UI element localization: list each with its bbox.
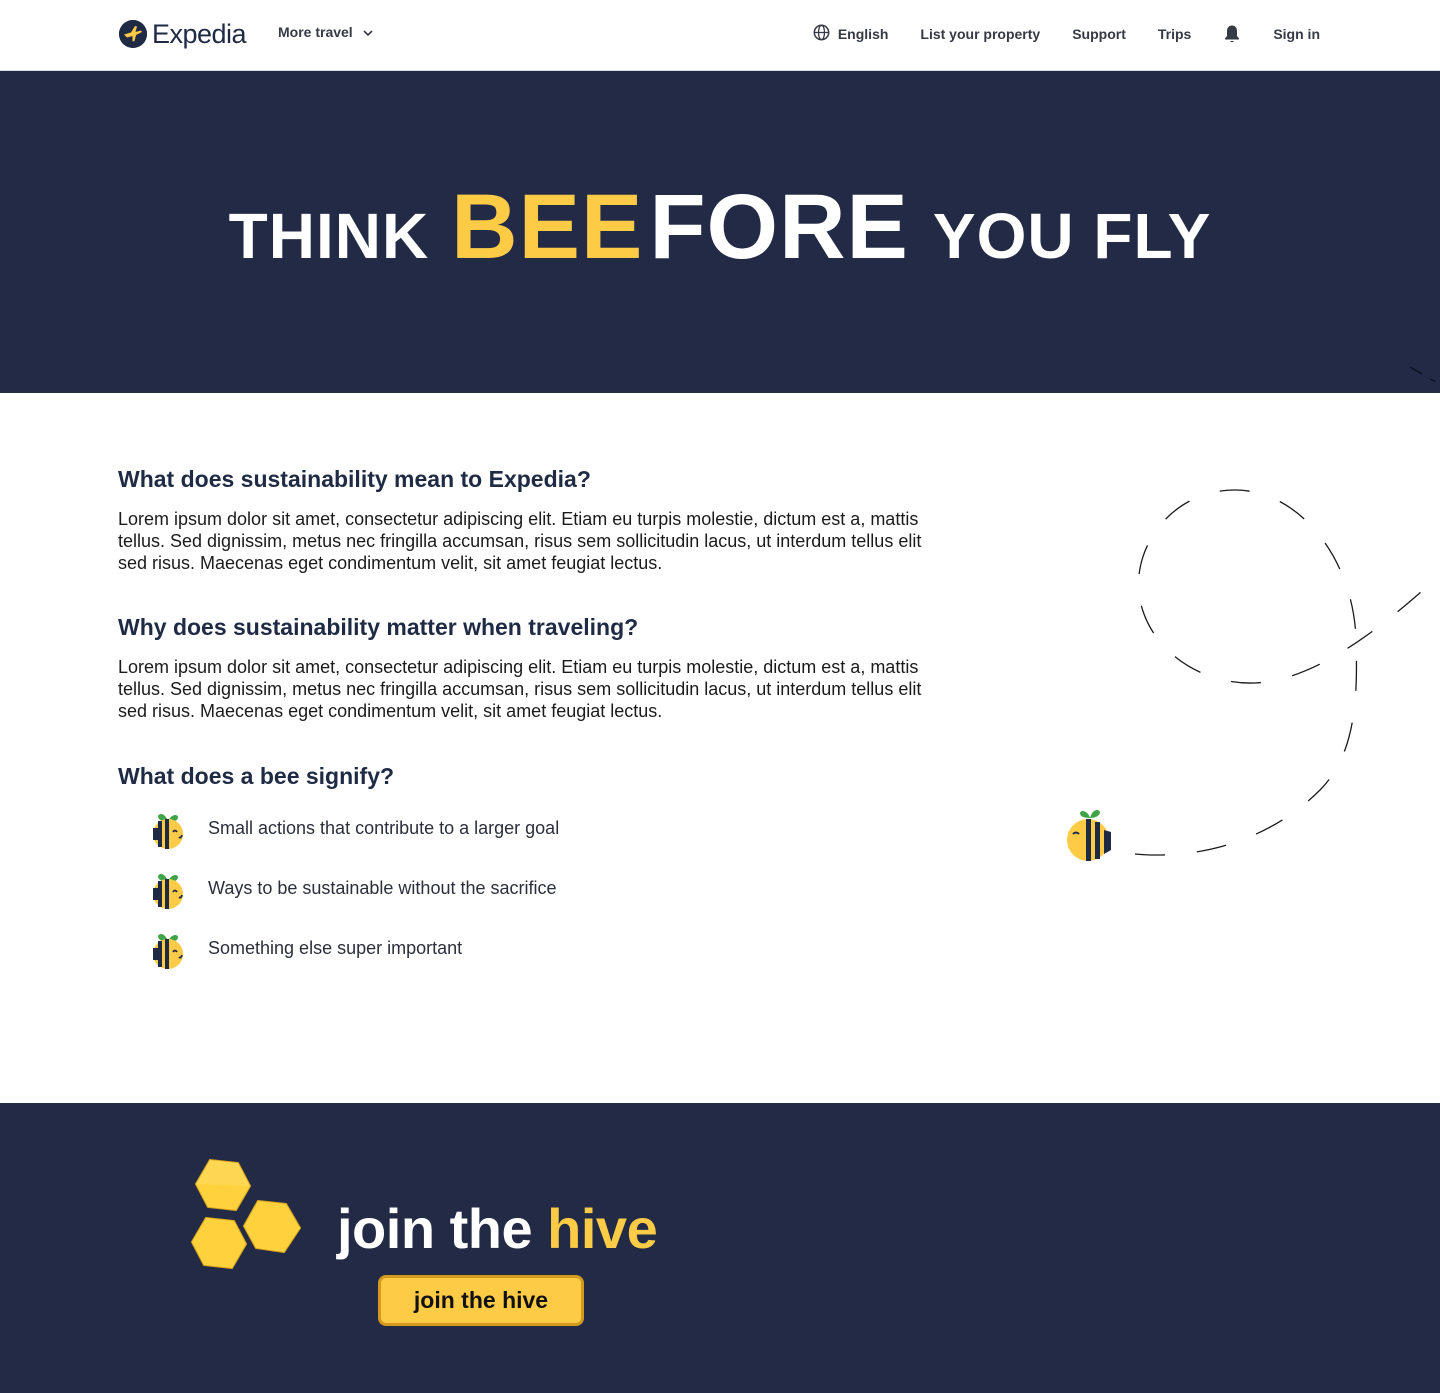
list-item: Something else super important: [118, 926, 938, 970]
bee-icon: [153, 814, 183, 849]
answer-paragraph-1: Lorem ipsum dolor sit amet, consectetur …: [118, 509, 922, 573]
more-travel-menu[interactable]: More travel: [278, 24, 373, 40]
list-item: Ways to be sustainable without the sacri…: [118, 866, 938, 910]
hero-word-fore: FORE: [649, 176, 909, 278]
hero-banner: THINK BEEFORE YOU FLY: [0, 71, 1440, 393]
hero-word-bee: BEE: [451, 176, 644, 278]
sign-in-link[interactable]: Sign in: [1273, 26, 1320, 42]
top-navigation: Expedia More travel English List your pr…: [0, 0, 1440, 71]
trips-link[interactable]: Trips: [1158, 26, 1191, 42]
join-hive-title: join the hive: [337, 1196, 658, 1261]
expedia-logo-icon: [119, 20, 147, 48]
join-hive-button[interactable]: join the hive: [378, 1275, 584, 1326]
flying-bee-icon: [1067, 810, 1111, 861]
language-label: English: [837, 26, 889, 42]
join-hive-title-highlight: hive: [547, 1197, 658, 1260]
bee-meaning-text: Ways to be sustainable without the sacri…: [208, 877, 557, 898]
nav-right-links: English List your property Support Trips…: [813, 22, 1320, 46]
question-heading-1: What does sustainability mean to Expedia…: [118, 466, 591, 492]
logo-text: Expedia: [152, 18, 247, 49]
bee-meaning-text: Something else super important: [208, 937, 463, 958]
bee-icon: [153, 934, 183, 969]
chevron-down-icon: [363, 24, 373, 40]
hero-word-think: THINK: [228, 200, 430, 272]
answer-paragraph-2: Lorem ipsum dolor sit amet, consectetur …: [118, 657, 922, 721]
flight-path-fragment: [1409, 366, 1440, 385]
support-link[interactable]: Support: [1072, 26, 1126, 42]
bee-meaning-text: Small actions that contribute to a large…: [208, 817, 560, 838]
more-travel-label: More travel: [278, 24, 353, 40]
honeycomb-icon: [190, 1158, 302, 1270]
list-item: Small actions that contribute to a large…: [118, 806, 938, 850]
main-content: What does sustainability mean to Expedia…: [118, 463, 938, 986]
bee-icon: [153, 874, 183, 909]
bee-meaning-list: Small actions that contribute to a large…: [118, 806, 938, 970]
bee-flight-illustration: [1067, 489, 1440, 861]
hero-title: THINK BEEFORE YOU FLY: [0, 175, 1440, 280]
hero-word-you-fly: YOU FLY: [932, 200, 1212, 272]
expedia-logo[interactable]: Expedia: [119, 18, 247, 50]
language-selector[interactable]: English: [813, 24, 889, 44]
question-heading-3: What does a bee signify?: [118, 763, 395, 789]
globe-icon: [813, 24, 830, 44]
list-property-link[interactable]: List your property: [920, 26, 1040, 42]
question-heading-2: Why does sustainability matter when trav…: [118, 614, 639, 640]
join-hive-title-plain: join the: [337, 1197, 548, 1260]
bell-icon[interactable]: [1223, 24, 1241, 44]
